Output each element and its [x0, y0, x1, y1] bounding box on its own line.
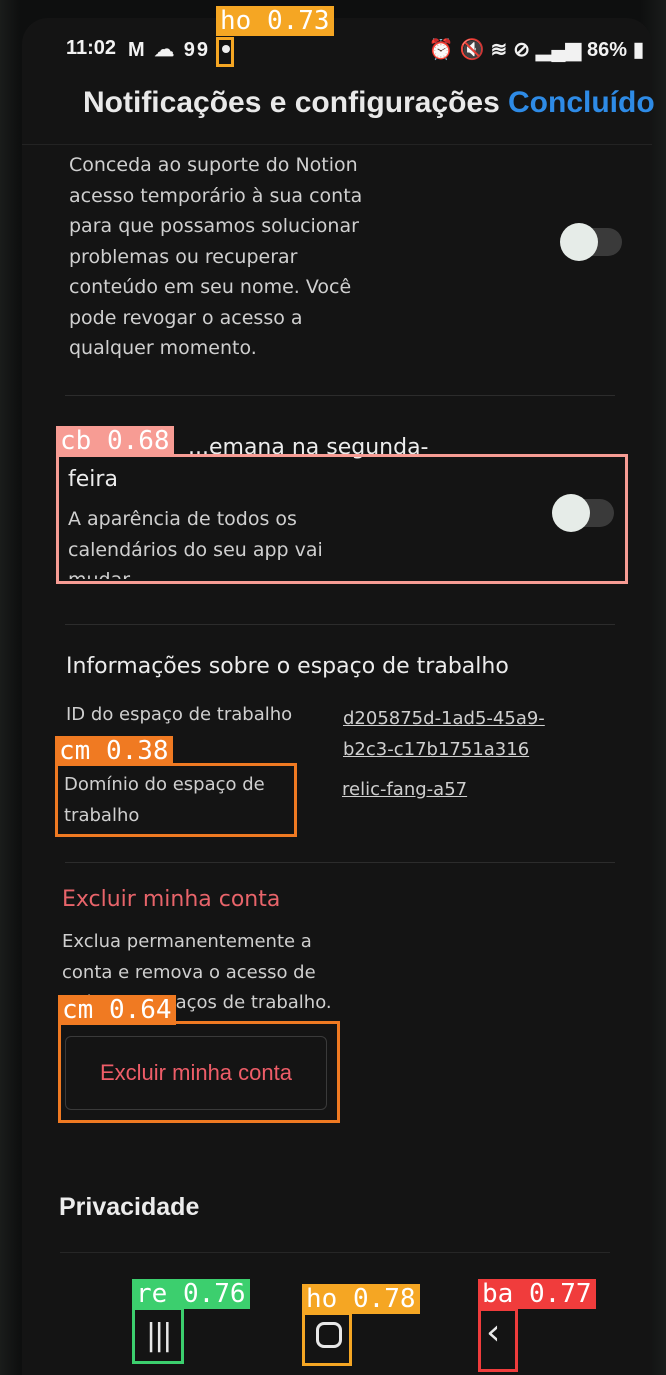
mute-icon: 🔇	[459, 39, 485, 61]
battery-icon: ▮	[632, 39, 644, 61]
support-desc-line: conteúdo em seu nome. Você	[69, 276, 352, 298]
annotation-box	[478, 1308, 518, 1372]
annotation-label: re 0.76	[132, 1279, 250, 1309]
support-desc-line: pode revogar o acesso a	[69, 306, 303, 329]
privacy-title: Privacidade	[59, 1193, 200, 1221]
header-divider	[22, 144, 652, 145]
annotation-label: cm 0.64	[58, 995, 176, 1025]
workspace-id-line[interactable]: d205875d-1ad5-45a9-	[343, 703, 545, 734]
support-desc-line: Conceda ao suporte do Notion	[69, 154, 358, 176]
status-right: ⏰ 🔇 ≋ ⊘ ▂▄▆ 86% ▮	[423, 37, 644, 62]
page-title: Notificações e configurações	[83, 86, 500, 119]
section-divider	[65, 624, 615, 625]
delete-desc-line: conta e remova o acesso de	[62, 961, 316, 983]
notification-icons: M ☁ 99	[128, 39, 211, 61]
annotation-label: ho 0.73	[216, 6, 334, 36]
annotation-label: ba 0.77	[478, 1279, 596, 1309]
section-divider	[65, 395, 615, 396]
support-desc-line: acesso temporário à sua conta	[69, 184, 363, 207]
annotation-label: cm 0.38	[55, 736, 173, 766]
workspace-id-line[interactable]: b2c3-c17b1751a316	[343, 734, 545, 765]
section-divider	[65, 862, 615, 863]
annotation-box	[58, 1021, 340, 1123]
annotation-label: cb 0.68	[56, 426, 174, 456]
annotation-box	[302, 1312, 352, 1366]
annotation-box	[55, 763, 297, 837]
workspace-info-title: Informações sobre o espaço de trabalho	[66, 654, 509, 679]
delete-desc-line: Exclua permanentemente a	[62, 931, 312, 952]
signal-icon: ▂▄▆	[536, 39, 581, 61]
dnd-icon: ⊘	[513, 39, 531, 61]
wifi-icon: ≋	[490, 39, 508, 61]
support-access-toggle[interactable]	[560, 223, 622, 261]
annotation-box	[216, 37, 234, 67]
annotation-box	[56, 454, 628, 584]
status-bar: 11:02 M ☁ 99 ⏰ 🔇 ≋ ⊘ ▂▄▆ 86% ▮	[66, 33, 644, 65]
support-desc-line: para que possamos solucionar	[69, 215, 359, 237]
workspace-id-label: ID do espaço de trabalho	[66, 704, 293, 725]
section-divider	[60, 1252, 610, 1253]
done-button[interactable]: Concluído	[508, 86, 655, 120]
workspace-domain-value[interactable]: relic-fang-a57	[342, 774, 467, 805]
delete-account-title: Excluir minha conta	[62, 887, 281, 912]
toggle-knob	[560, 223, 598, 261]
annotation-label: ho 0.78	[302, 1284, 420, 1314]
battery-percent: 86%	[586, 39, 627, 61]
alarm-icon: ⏰	[428, 39, 454, 61]
support-desc-line: qualquer momento.	[69, 337, 257, 359]
status-time: 11:02	[66, 37, 117, 59]
annotation-box	[132, 1307, 184, 1364]
support-desc-line: problemas ou recuperar	[69, 245, 298, 268]
workspace-id-value[interactable]: d205875d-1ad5-45a9- b2c3-c17b1751a316	[343, 703, 545, 765]
support-access-description: Conceda ao suporte do Notion acesso temp…	[69, 150, 362, 364]
